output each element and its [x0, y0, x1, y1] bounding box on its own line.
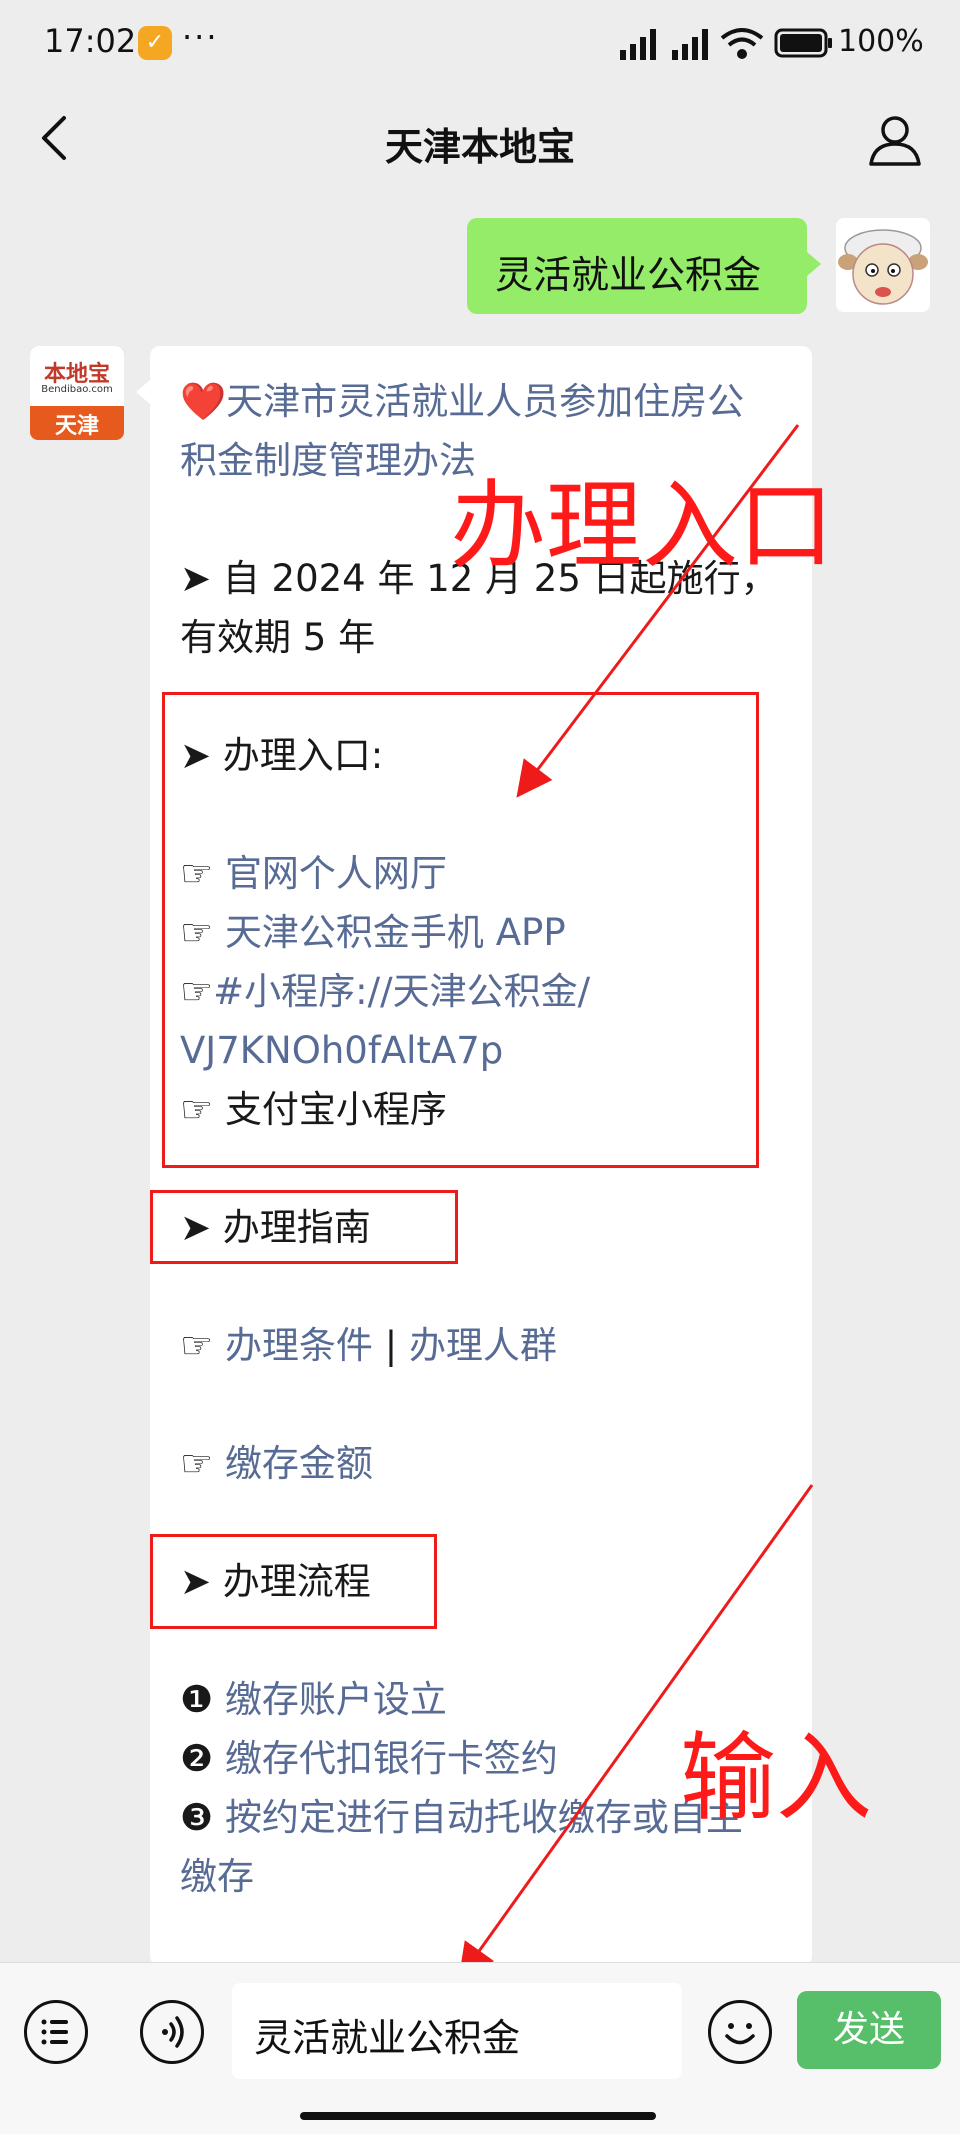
annotation-arrow-input — [458, 1484, 814, 1980]
annotation-arrows — [458, 424, 814, 1980]
voice-icon — [162, 2016, 184, 2048]
menu-button[interactable] — [24, 2000, 88, 2064]
message-input-value: 灵活就业公积金 — [254, 2016, 521, 2060]
send-button[interactable]: 发送 — [797, 1991, 941, 2069]
list-menu-icon — [41, 2019, 68, 2045]
voice-button[interactable] — [140, 2000, 204, 2064]
message-input[interactable]: 灵活就业公积金 — [232, 1983, 682, 2079]
chat-input-bar: 灵活就业公积金 发送 — [0, 1962, 960, 2134]
emoji-button[interactable] — [708, 2000, 772, 2064]
annotation-arrow-entry — [516, 424, 800, 798]
emoji-icon — [725, 2023, 755, 2045]
home-indicator[interactable] — [300, 2112, 656, 2120]
